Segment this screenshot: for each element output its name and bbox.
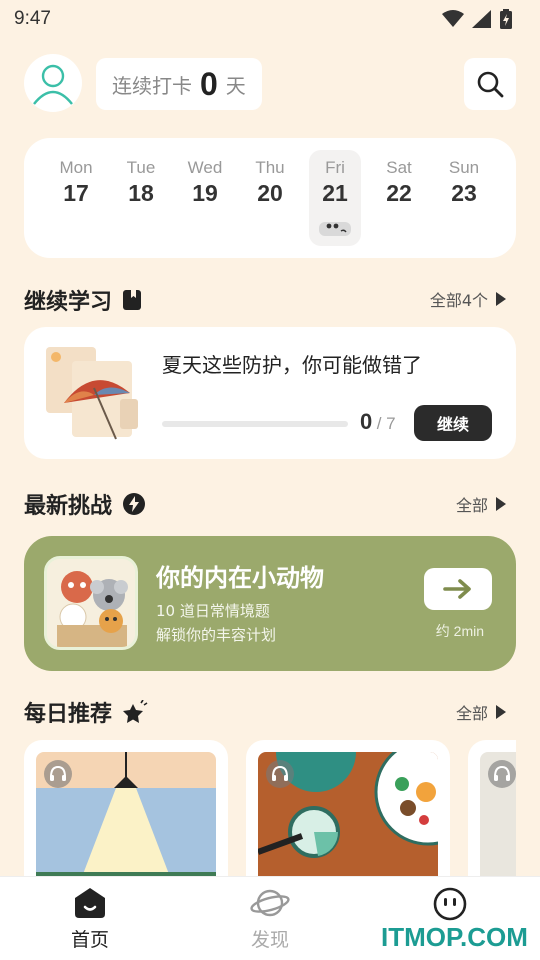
battery-icon	[500, 9, 512, 29]
signal-icon	[472, 10, 491, 28]
day-wed[interactable]: Wed 19	[179, 150, 231, 246]
more-link: 全部	[455, 496, 488, 515]
continue-button[interactable]: 继续	[414, 405, 492, 441]
headphones-icon	[50, 765, 66, 781]
course-card[interactable]: 夏天这些防护，你可能做错了 0 / 7 继续	[24, 327, 516, 459]
section-title-text: 最新挑战	[24, 494, 113, 519]
notebook-icon	[123, 290, 142, 310]
progress-done: 0	[360, 409, 373, 434]
user-icon	[33, 64, 73, 105]
daily-recommend-title: 每日推荐	[24, 696, 148, 728]
challenge-card[interactable]: 你的内在小动物 10 道日常情境题 解锁你的丰容计划 约 2min	[24, 536, 516, 671]
day-name: Wed	[187, 158, 223, 177]
progress-text: 0 / 7	[360, 409, 396, 435]
day-thu[interactable]: Thu 20	[244, 150, 296, 246]
header: 连续打卡 0 天	[24, 54, 516, 112]
umbrella-illustration	[46, 347, 138, 440]
home-icon	[75, 888, 105, 918]
section-title-text: 每日推荐	[24, 702, 113, 727]
arrow-right-icon	[443, 579, 471, 599]
streak-label: 连续打卡	[112, 73, 192, 98]
streak-badge[interactable]: 连续打卡 0 天	[96, 58, 262, 110]
day-name: Tue	[126, 158, 156, 177]
audio-badge	[266, 760, 294, 788]
planet-icon	[250, 889, 290, 917]
tab-home[interactable]: 首页	[40, 887, 140, 952]
mascot-face-icon	[319, 222, 351, 236]
recommend-card[interactable]	[246, 740, 450, 876]
more-link: 全部4个	[429, 291, 488, 310]
progress-total: / 7	[376, 414, 396, 433]
status-time: 9:47	[14, 8, 51, 29]
tab-profile[interactable]	[400, 887, 500, 927]
animals-illustration	[44, 556, 138, 650]
day-sat[interactable]: Sat 22	[373, 150, 425, 246]
table-illustration	[258, 752, 438, 876]
day-name: Mon	[59, 158, 93, 177]
star-crown-icon	[123, 700, 148, 723]
continue-learning-more[interactable]: 全部4个	[430, 287, 506, 311]
latest-challenge-title: 最新挑战	[24, 488, 146, 520]
search-icon	[477, 71, 504, 98]
headphones-icon	[272, 765, 288, 781]
day-number: 17	[63, 180, 89, 206]
day-name: Thu	[255, 158, 285, 177]
day-name: Sat	[386, 158, 412, 177]
avatar[interactable]	[24, 54, 82, 112]
challenge-description: 解锁你的丰容计划	[156, 626, 277, 644]
audio-badge	[44, 760, 72, 788]
week-calendar: Mon 17 Tue 18 Wed 19 Thu 20 Fri 21 Sat 2…	[24, 138, 516, 258]
day-sun[interactable]: Sun 23	[438, 150, 490, 246]
face-icon	[433, 887, 467, 921]
headphones-icon	[494, 765, 510, 781]
wifi-icon	[442, 10, 464, 27]
tab-label: 首页	[70, 929, 109, 951]
progress-bar	[162, 421, 348, 427]
daily-recommend-more[interactable]: 全部	[456, 700, 506, 724]
day-fri-today[interactable]: Fri 21	[309, 150, 361, 246]
lamp-illustration	[36, 752, 216, 876]
streak-unit: 天	[225, 73, 246, 98]
tab-label: 发现	[250, 929, 289, 951]
triangle-right-icon	[496, 292, 506, 306]
audio-badge	[488, 760, 516, 788]
tab-discover[interactable]: 发现	[220, 887, 320, 952]
status-icons	[442, 9, 512, 29]
daily-recommend-list	[24, 740, 516, 876]
triangle-right-icon	[496, 705, 506, 719]
challenge-question-count: 10 道日常情境题	[156, 602, 270, 620]
course-title: 夏天这些防护，你可能做错了	[162, 353, 422, 377]
more-link: 全部	[455, 704, 488, 723]
challenge-duration: 约 2min	[435, 623, 484, 639]
recommend-card[interactable]	[468, 740, 516, 876]
status-bar: 9:47	[0, 0, 540, 38]
day-mon[interactable]: Mon 17	[50, 150, 102, 246]
recommend-illustration	[480, 752, 516, 876]
challenge-title: 你的内在小动物	[156, 564, 324, 592]
watermark: ITMOP.COM	[381, 922, 528, 952]
day-number: 21	[322, 180, 348, 206]
day-number: 19	[192, 180, 218, 206]
latest-challenge-more[interactable]: 全部	[456, 492, 506, 516]
search-button[interactable]	[464, 58, 516, 110]
day-name: Fri	[325, 158, 345, 177]
day-name: Sun	[448, 158, 480, 177]
continue-learning-title: 继续学习	[24, 284, 142, 316]
triangle-right-icon	[496, 497, 506, 511]
day-number: 23	[451, 180, 477, 206]
day-number: 18	[128, 180, 154, 206]
streak-count: 0	[200, 65, 218, 102]
recommend-card[interactable]	[24, 740, 228, 876]
section-title-text: 继续学习	[24, 290, 113, 315]
day-number: 20	[257, 180, 283, 206]
day-number: 22	[386, 180, 412, 206]
lightning-icon	[123, 493, 146, 515]
day-tue[interactable]: Tue 18	[115, 150, 167, 246]
animals-icon	[47, 559, 135, 647]
start-challenge-button[interactable]	[424, 568, 492, 610]
